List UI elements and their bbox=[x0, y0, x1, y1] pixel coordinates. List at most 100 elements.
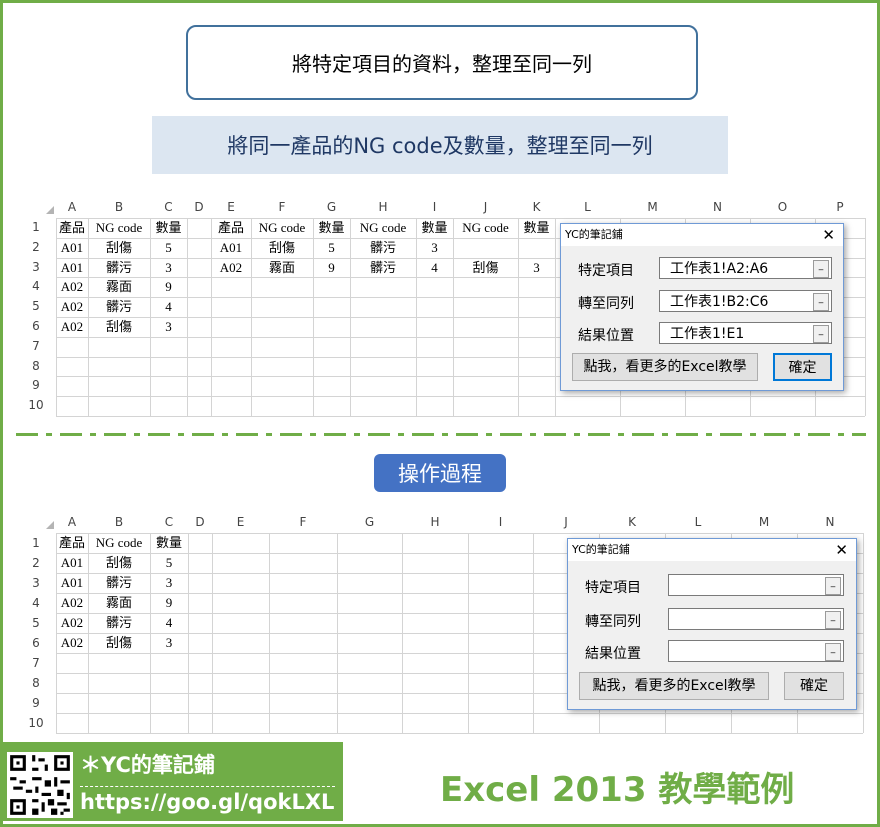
sheet-cell[interactable]: A01 bbox=[56, 258, 88, 278]
to-same-row-input[interactable]: 工作表1!B2:C6 _ bbox=[659, 290, 832, 312]
column-header[interactable]: D bbox=[188, 513, 212, 531]
row-header[interactable]: 8 bbox=[16, 357, 56, 377]
sheet-cell[interactable]: A01 bbox=[56, 238, 88, 258]
column-header[interactable]: G bbox=[313, 198, 350, 216]
sheet-cell[interactable]: 刮傷 bbox=[88, 317, 150, 337]
result-position-input[interactable]: _ bbox=[668, 640, 844, 662]
select-all-corner[interactable] bbox=[16, 513, 56, 531]
column-header[interactable]: H bbox=[350, 198, 416, 216]
row-header[interactable]: 2 bbox=[16, 553, 56, 573]
sheet-cell[interactable]: 髒污 bbox=[88, 297, 150, 317]
column-header[interactable]: C bbox=[150, 513, 188, 531]
sheet-cell[interactable]: A01 bbox=[56, 573, 88, 593]
sheet-cell[interactable]: 5 bbox=[150, 553, 188, 573]
sheet-cell[interactable]: 刮傷 bbox=[251, 238, 313, 258]
more-tutorials-button[interactable]: 點我，看更多的Excel教學 bbox=[579, 672, 769, 700]
range-picker-icon[interactable]: _ bbox=[813, 293, 829, 311]
sheet-cell[interactable]: 9 bbox=[150, 593, 188, 613]
close-icon[interactable]: ✕ bbox=[822, 224, 835, 246]
sheet-cell[interactable]: 3 bbox=[518, 258, 555, 278]
more-tutorials-button[interactable]: 點我，看更多的Excel教學 bbox=[572, 353, 758, 381]
row-header[interactable]: 9 bbox=[16, 376, 56, 396]
column-header[interactable]: H bbox=[402, 513, 468, 531]
sheet-cell[interactable]: 髒污 bbox=[88, 258, 150, 278]
row-header[interactable]: 4 bbox=[16, 593, 56, 613]
sheet-cell[interactable]: 髒污 bbox=[88, 613, 150, 633]
sheet-cell[interactable]: A02 bbox=[56, 297, 88, 317]
range-picker-icon[interactable]: _ bbox=[825, 643, 841, 661]
sheet-cell[interactable]: 3 bbox=[150, 633, 188, 653]
select-all-corner[interactable] bbox=[16, 198, 56, 216]
sheet-cell[interactable]: 數量 bbox=[416, 218, 453, 238]
qr-code-icon[interactable] bbox=[7, 752, 73, 818]
sheet-cell[interactable]: 霧面 bbox=[88, 277, 150, 297]
column-header[interactable]: A bbox=[56, 198, 88, 216]
sheet-cell[interactable]: 產品 bbox=[211, 218, 251, 238]
sheet-cell[interactable]: 4 bbox=[416, 258, 453, 278]
sheet-cell[interactable]: 數量 bbox=[150, 218, 187, 238]
column-header[interactable]: I bbox=[468, 513, 533, 531]
sheet-cell[interactable]: A02 bbox=[211, 258, 251, 278]
column-header[interactable]: J bbox=[453, 198, 518, 216]
range-picker-icon[interactable]: _ bbox=[813, 325, 829, 343]
sheet-cell[interactable]: 3 bbox=[150, 258, 187, 278]
sheet-cell[interactable]: NG code bbox=[453, 218, 518, 238]
sheet-cell[interactable]: A02 bbox=[56, 613, 88, 633]
sheet-cell[interactable]: 刮傷 bbox=[88, 238, 150, 258]
column-header[interactable]: G bbox=[337, 513, 402, 531]
sheet-cell[interactable]: A02 bbox=[56, 277, 88, 297]
sheet-cell[interactable]: A02 bbox=[56, 593, 88, 613]
to-same-row-input[interactable]: _ bbox=[668, 608, 844, 630]
sheet-cell[interactable]: 產品 bbox=[56, 218, 88, 238]
row-header[interactable]: 3 bbox=[16, 573, 56, 593]
row-header[interactable]: 10 bbox=[16, 713, 56, 733]
column-header[interactable]: M bbox=[731, 513, 797, 531]
sheet-cell[interactable]: 霧面 bbox=[251, 258, 313, 278]
row-header[interactable]: 6 bbox=[16, 633, 56, 653]
sheet-cell[interactable]: 4 bbox=[150, 297, 187, 317]
sheet-cell[interactable]: 刮傷 bbox=[88, 633, 150, 653]
column-header[interactable]: A bbox=[56, 513, 88, 531]
column-header[interactable]: D bbox=[187, 198, 211, 216]
sheet-cell[interactable]: 刮傷 bbox=[453, 258, 518, 278]
column-header[interactable]: N bbox=[685, 198, 750, 216]
specific-item-input[interactable]: _ bbox=[668, 574, 844, 596]
column-header[interactable]: L bbox=[665, 513, 731, 531]
column-header[interactable]: K bbox=[599, 513, 665, 531]
column-header[interactable]: N bbox=[797, 513, 863, 531]
close-icon[interactable]: ✕ bbox=[835, 539, 848, 561]
result-position-input[interactable]: 工作表1!E1 _ bbox=[659, 322, 832, 344]
sheet-cell[interactable]: 4 bbox=[150, 613, 188, 633]
sheet-cell[interactable]: 霧面 bbox=[88, 593, 150, 613]
sheet-cell[interactable]: NG code bbox=[88, 533, 150, 553]
sheet-cell[interactable]: 刮傷 bbox=[88, 553, 150, 573]
sheet-cell[interactable]: 9 bbox=[150, 277, 187, 297]
sheet-cell[interactable]: 5 bbox=[313, 238, 350, 258]
row-header[interactable]: 7 bbox=[16, 653, 56, 673]
sheet-cell[interactable]: 數量 bbox=[313, 218, 350, 238]
row-header[interactable]: 1 bbox=[16, 533, 56, 553]
sheet-cell[interactable]: 數量 bbox=[150, 533, 188, 553]
range-picker-icon[interactable]: _ bbox=[825, 611, 841, 629]
row-header[interactable]: 1 bbox=[16, 218, 56, 238]
row-header[interactable]: 8 bbox=[16, 673, 56, 693]
column-header[interactable]: F bbox=[251, 198, 313, 216]
range-picker-icon[interactable]: _ bbox=[825, 577, 841, 595]
row-header[interactable]: 10 bbox=[16, 396, 56, 416]
column-header[interactable]: C bbox=[150, 198, 187, 216]
sheet-cell[interactable]: 數量 bbox=[518, 218, 555, 238]
column-header[interactable]: K bbox=[518, 198, 555, 216]
sheet-cell[interactable]: NG code bbox=[88, 218, 150, 238]
range-picker-icon[interactable]: _ bbox=[813, 260, 829, 278]
column-header[interactable]: E bbox=[211, 198, 251, 216]
column-header[interactable]: J bbox=[533, 513, 599, 531]
brand-url-link[interactable]: https://goo.gl/qokLXL bbox=[80, 790, 334, 814]
ok-button[interactable]: 確定 bbox=[784, 672, 844, 700]
row-header[interactable]: 2 bbox=[16, 238, 56, 258]
column-header[interactable]: L bbox=[555, 198, 620, 216]
ok-button[interactable]: 確定 bbox=[773, 353, 832, 381]
sheet-cell[interactable]: 3 bbox=[150, 573, 188, 593]
sheet-cell[interactable]: NG code bbox=[251, 218, 313, 238]
column-header[interactable]: B bbox=[88, 513, 150, 531]
row-header[interactable]: 5 bbox=[16, 613, 56, 633]
